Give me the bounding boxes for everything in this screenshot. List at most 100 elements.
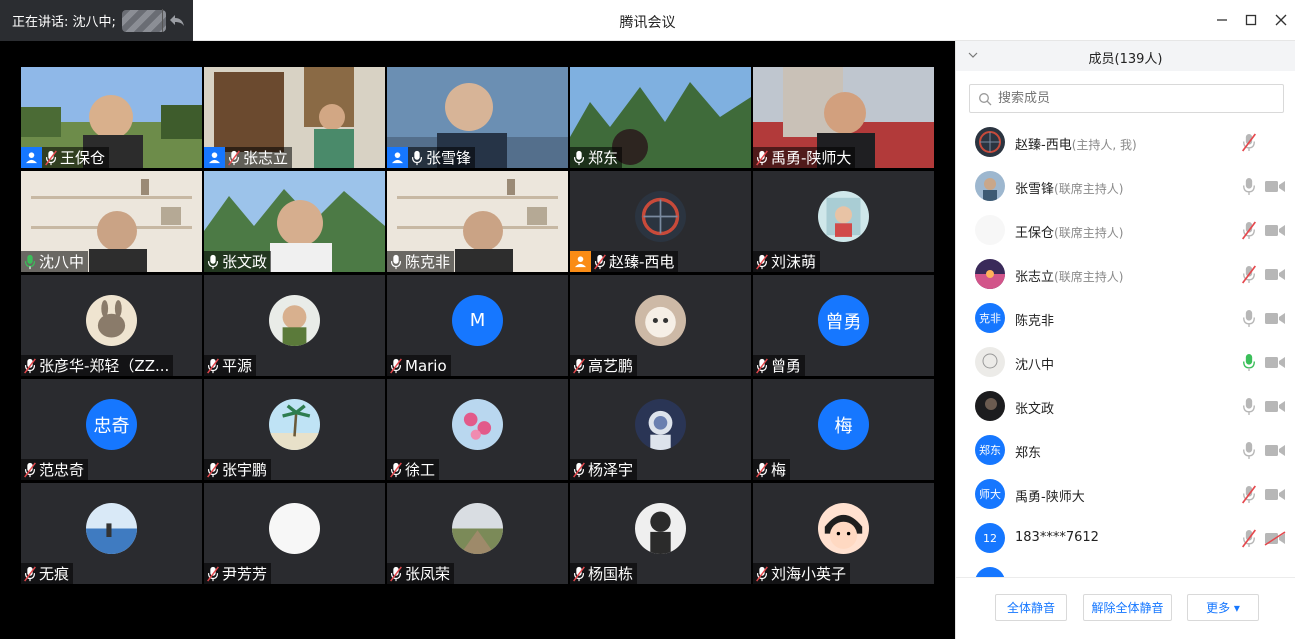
- more-button[interactable]: 更多 ▾: [1187, 594, 1259, 621]
- member-avatar: [975, 347, 1005, 377]
- video-tile[interactable]: 无痕: [21, 483, 202, 584]
- mic-icon[interactable]: [1241, 353, 1257, 372]
- participant-name: 无痕: [39, 565, 70, 583]
- avatar: [635, 399, 686, 450]
- participant-name-tag: 刘沫萌: [753, 251, 821, 272]
- participant-name: 杨泽宇: [588, 461, 634, 479]
- participant-name: 范忠奇: [39, 461, 85, 479]
- member-row[interactable]: 郑东 郑东: [956, 429, 1295, 473]
- mic-icon[interactable]: [1241, 309, 1257, 328]
- camera-icon[interactable]: [1264, 179, 1286, 194]
- member-avatar: [975, 171, 1005, 201]
- video-tile[interactable]: 张志立: [204, 67, 385, 168]
- window-title: 腾讯会议: [619, 15, 676, 31]
- member-name: 禹勇-陕师大: [1015, 490, 1085, 505]
- mic-muted-icon: [390, 357, 402, 374]
- member-name-wrap: 禹勇-陕师大: [1015, 486, 1085, 505]
- participant-name-tag: 陈克非: [387, 251, 455, 272]
- member-name: 赵臻-西电: [1015, 138, 1072, 153]
- participant-name: 刘沫萌: [771, 253, 817, 271]
- member-row[interactable]: 王保仓(联席主持人): [956, 209, 1295, 253]
- video-tile[interactable]: 徐工: [387, 379, 568, 480]
- mute-all-button[interactable]: 全体静音: [995, 594, 1067, 621]
- video-tile[interactable]: 郑东: [570, 67, 751, 168]
- video-tile[interactable]: 赵臻-西电: [570, 171, 751, 272]
- video-tile[interactable]: 王保仓: [21, 67, 202, 168]
- video-tile[interactable]: 张凤荣: [387, 483, 568, 584]
- member-name-wrap: 陈克非: [1015, 310, 1054, 329]
- participant-name: 禹勇-陕师大: [771, 149, 852, 167]
- avatar: [452, 503, 503, 554]
- camera-icon[interactable]: [1264, 311, 1286, 326]
- video-tile[interactable]: 刘沫萌: [753, 171, 934, 272]
- unmute-all-button[interactable]: 解除全体静音: [1083, 594, 1172, 621]
- participant-name-tag: 禹勇-陕师大: [753, 147, 856, 168]
- member-name-wrap: 183****7612: [1015, 530, 1099, 545]
- video-tile[interactable]: 禹勇-陕师大: [753, 67, 934, 168]
- member-name: 张雪锋: [1015, 182, 1055, 197]
- mic-icon[interactable]: [1241, 177, 1257, 196]
- video-tile[interactable]: M Mario: [387, 275, 568, 376]
- video-tile[interactable]: 杨泽宇: [570, 379, 751, 480]
- member-row[interactable]: 12 183****7612: [956, 517, 1295, 561]
- video-tile[interactable]: 曾勇 曾勇: [753, 275, 934, 376]
- avatar: [452, 399, 503, 450]
- participant-name-tag: 张文政: [204, 251, 272, 272]
- video-tile[interactable]: 杨国栋: [570, 483, 751, 584]
- maximize-icon[interactable]: [1243, 12, 1259, 28]
- mic-icon[interactable]: [1241, 397, 1257, 416]
- video-tile[interactable]: 忠奇 范忠奇: [21, 379, 202, 480]
- member-row[interactable]: [956, 561, 1295, 577]
- member-name-wrap: 张文政: [1015, 398, 1054, 417]
- video-tile[interactable]: 高艺鹏: [570, 275, 751, 376]
- member-row[interactable]: 张文政: [956, 385, 1295, 429]
- video-tile[interactable]: 张雪锋: [387, 67, 568, 168]
- member-row[interactable]: 克非 陈克非: [956, 297, 1295, 341]
- member-avatar: [975, 567, 1005, 577]
- member-row[interactable]: 赵臻-西电(主持人, 我): [956, 121, 1295, 165]
- video-tile[interactable]: 尹芳芳: [204, 483, 385, 584]
- member-row[interactable]: 张志立(联席主持人): [956, 253, 1295, 297]
- avatar: [635, 191, 686, 242]
- mic-muted-icon[interactable]: [1241, 221, 1257, 240]
- member-avatar: 克非: [975, 303, 1005, 333]
- camera-icon[interactable]: [1264, 267, 1286, 282]
- camera-icon[interactable]: [1264, 355, 1286, 370]
- video-tile[interactable]: 张彦华-郑轻（ZZ...: [21, 275, 202, 376]
- video-tile[interactable]: 张文政: [204, 171, 385, 272]
- camera-icon[interactable]: [1264, 399, 1286, 414]
- mic-icon[interactable]: [1241, 441, 1257, 460]
- video-tile[interactable]: 陈克非: [387, 171, 568, 272]
- camera-icon[interactable]: [1264, 443, 1286, 458]
- video-tile[interactable]: 张宇鹏: [204, 379, 385, 480]
- video-tile[interactable]: 平源: [204, 275, 385, 376]
- member-name: 张文政: [1015, 402, 1055, 417]
- search-box[interactable]: [969, 84, 1284, 113]
- search-input[interactable]: [996, 90, 1280, 107]
- video-grid: 王保仓 张志立 张雪锋 郑东 禹勇-陕师大沈八中 张文政 陈克非 赵臻-西电 刘沫萌张彦华-郑轻…: [0, 41, 955, 639]
- minimize-icon[interactable]: [1214, 12, 1230, 28]
- participant-name-tag: 尹芳芳: [204, 563, 272, 584]
- mic-muted-icon[interactable]: [1241, 485, 1257, 504]
- camera-icon[interactable]: [1264, 487, 1286, 502]
- search-icon: [979, 92, 992, 105]
- close-icon[interactable]: [1273, 12, 1289, 28]
- member-row[interactable]: 沈八中: [956, 341, 1295, 385]
- video-tile[interactable]: 刘海小英子: [753, 483, 934, 584]
- camera-icon[interactable]: [1264, 223, 1286, 238]
- panel-title: 成员(139人): [1088, 52, 1163, 67]
- video-tile[interactable]: 梅梅: [753, 379, 934, 480]
- member-row[interactable]: 师大 禹勇-陕师大: [956, 473, 1295, 517]
- member-row[interactable]: 张雪锋(联席主持人): [956, 165, 1295, 209]
- mic-muted-icon[interactable]: [1241, 529, 1257, 548]
- mic-muted-icon[interactable]: [1241, 265, 1257, 284]
- member-role: (联席主持人): [1054, 270, 1124, 284]
- video-tile[interactable]: 沈八中: [21, 171, 202, 272]
- participant-name-tag: 徐工: [387, 459, 440, 480]
- member-name-wrap: 张雪锋(联席主持人): [1015, 178, 1123, 197]
- participant-name: 张凤荣: [405, 565, 451, 583]
- camera-off-icon[interactable]: [1264, 531, 1286, 546]
- participant-name: 张彦华-郑轻（ZZ...: [39, 357, 170, 375]
- participant-name-tag: 沈八中: [21, 251, 89, 272]
- mic-muted-icon[interactable]: [1241, 133, 1257, 152]
